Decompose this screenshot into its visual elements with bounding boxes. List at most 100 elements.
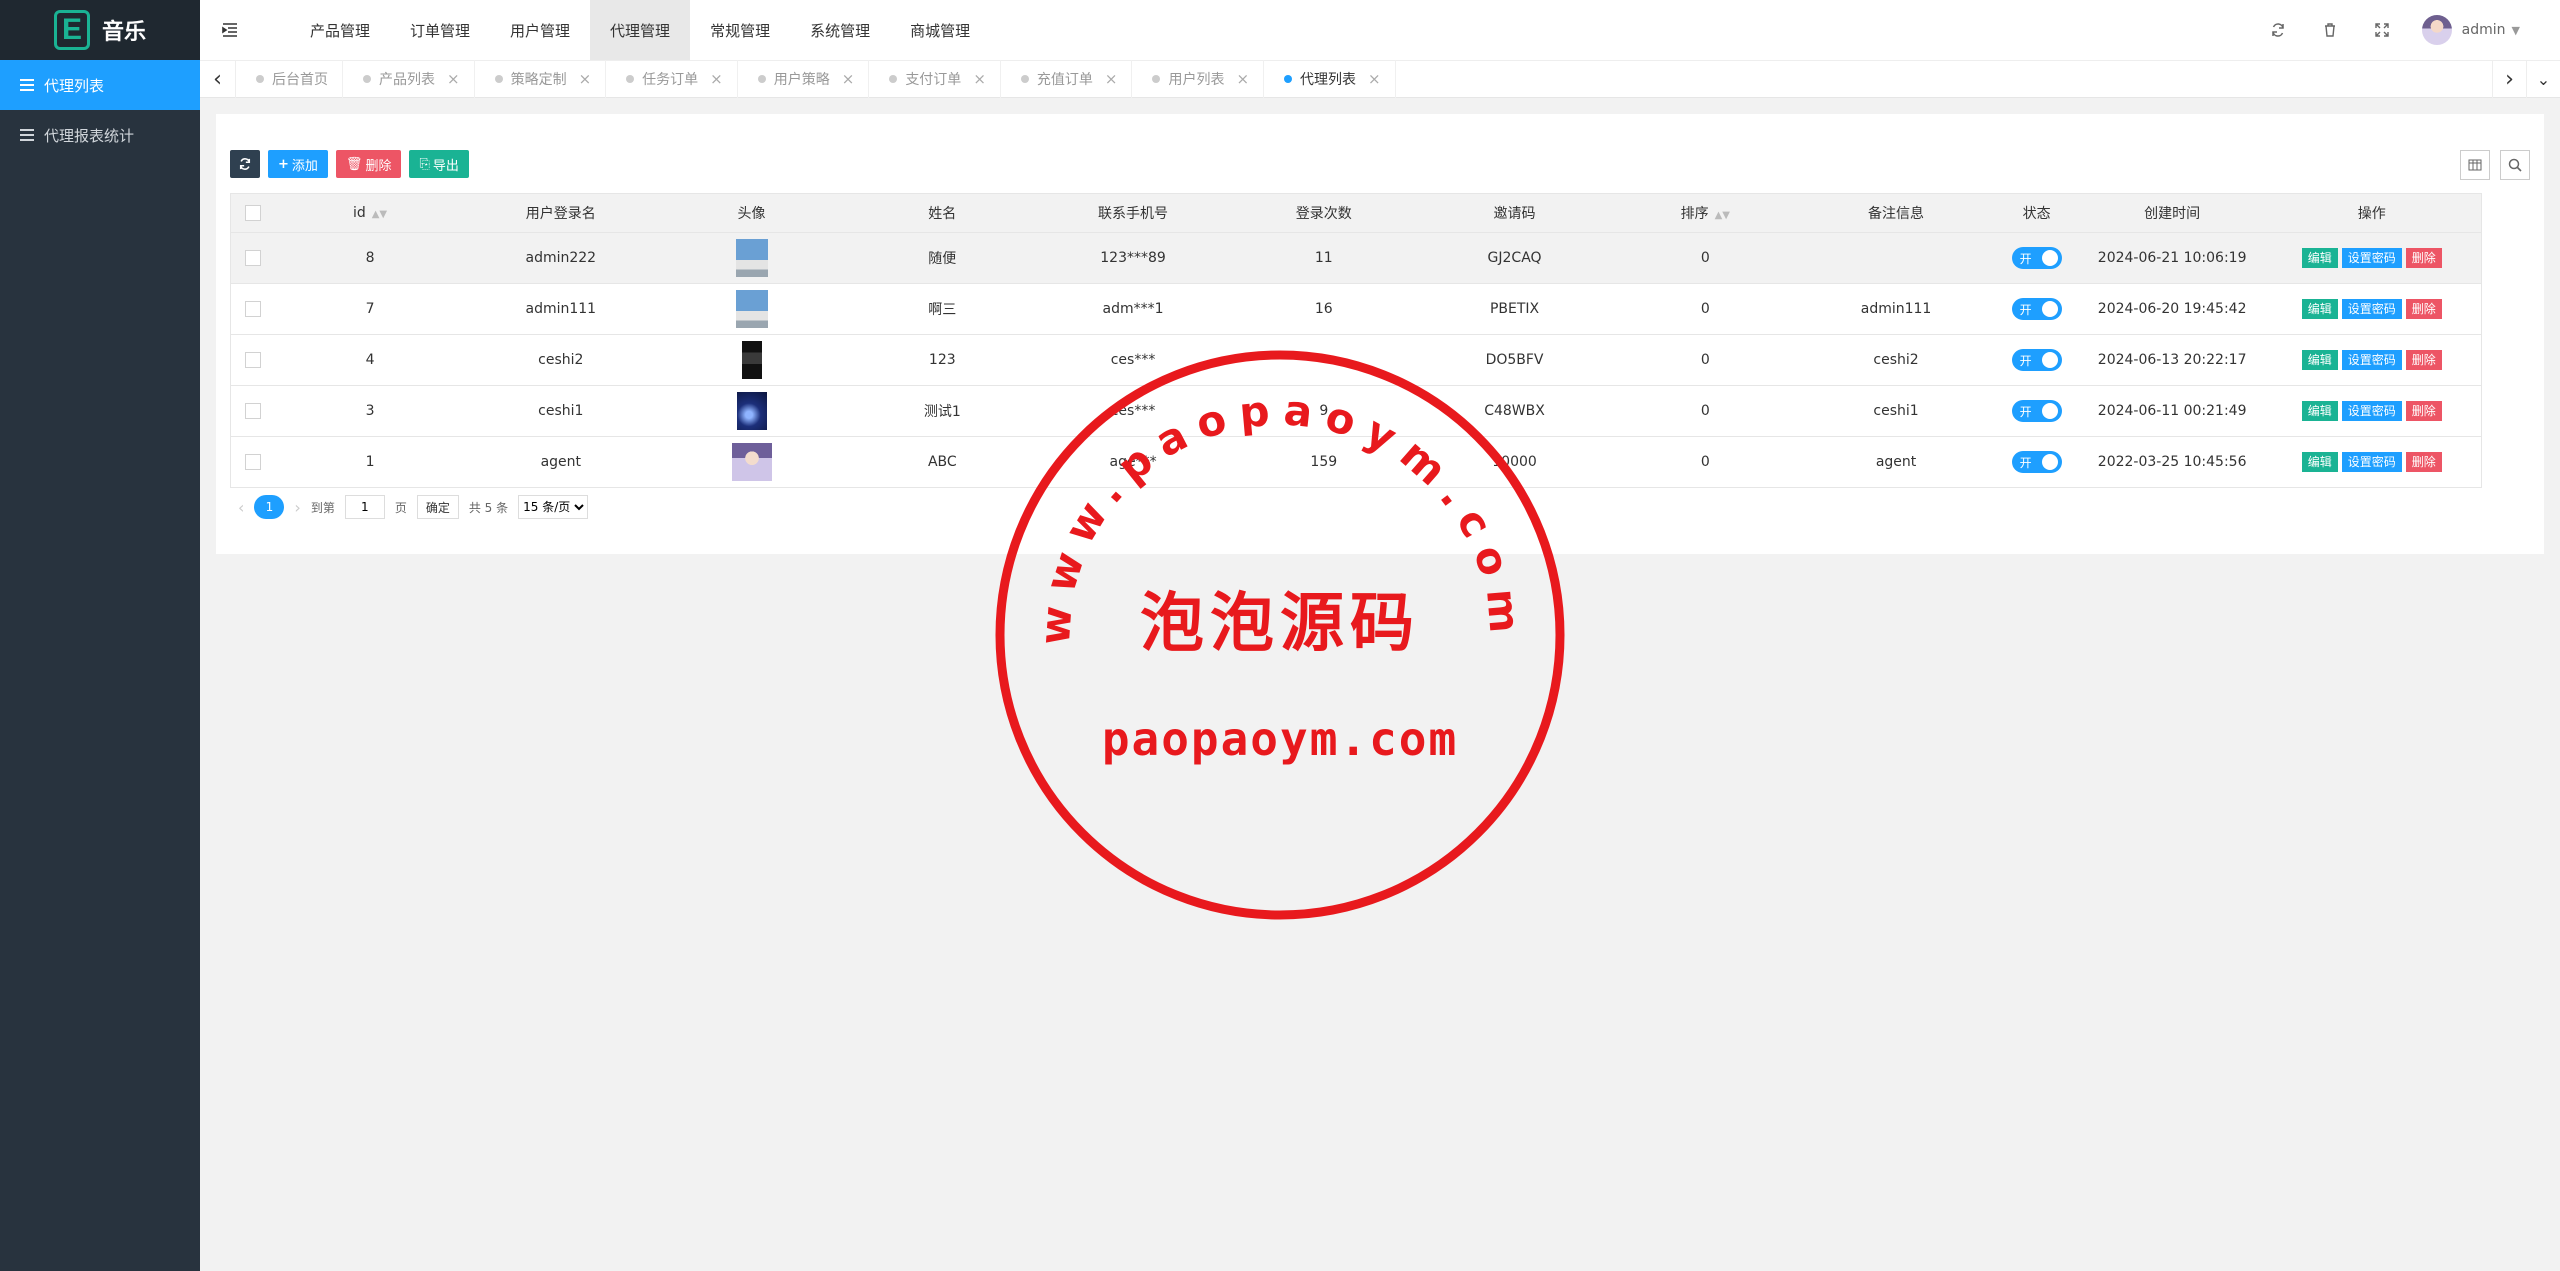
tab-product-list[interactable]: 产品列表 × bbox=[343, 60, 475, 98]
row-delete-button[interactable]: 删除 bbox=[2405, 452, 2442, 472]
tab-label: 策略定制 bbox=[510, 72, 567, 88]
cell-name: 123 bbox=[846, 334, 1038, 386]
table-row[interactable]: 7 admin111 啊三 adm***1 16 PBETIX 0 admin111 开 2024… bbox=[230, 283, 2482, 335]
tab-user-list[interactable]: 用户列表 × bbox=[1132, 60, 1265, 98]
col-id[interactable]: id ▲▼ bbox=[274, 193, 466, 233]
tab-user-strategy[interactable]: 用户策略 × bbox=[738, 60, 870, 98]
cell-logins bbox=[1228, 334, 1420, 386]
close-icon[interactable]: × bbox=[842, 70, 855, 88]
nav-system[interactable]: 系统管理 bbox=[790, 0, 890, 60]
cell-avatar bbox=[656, 334, 847, 386]
row-checkbox[interactable] bbox=[244, 352, 261, 368]
tab-pay-order[interactable]: 支付订单 × bbox=[869, 60, 1001, 98]
sort-icon[interactable]: ▲▼ bbox=[372, 209, 387, 220]
tab-home[interactable]: 后台首页 bbox=[236, 60, 343, 98]
row-checkbox[interactable] bbox=[244, 250, 261, 266]
nav-user[interactable]: 用户管理 bbox=[490, 0, 590, 60]
table-row[interactable]: 4 ceshi2 123 ces*** DO5BFV 0 ceshi2 开 2024-06-13… bbox=[230, 334, 2482, 386]
prev-page-icon[interactable]: ‹ bbox=[238, 498, 244, 517]
agent-table: id ▲▼ 用户登录名 头像 姓名 联系手机号 登录次数 邀请码 排序 ▲▼ 备注信… bbox=[230, 193, 2482, 488]
close-icon[interactable]: × bbox=[1236, 70, 1249, 88]
delete-button[interactable]: 🗑 删除 bbox=[335, 150, 402, 178]
nav-product[interactable]: 产品管理 bbox=[290, 0, 390, 60]
cell-phone: adm***1 bbox=[1037, 283, 1229, 335]
export-button[interactable]: ⎘ 导出 bbox=[409, 150, 469, 178]
page-size-select[interactable]: 15 条/页 bbox=[518, 495, 589, 519]
row-delete-button[interactable]: 删除 bbox=[2405, 299, 2442, 319]
avatar-thumbnail[interactable] bbox=[731, 443, 772, 481]
avatar-thumbnail[interactable] bbox=[735, 239, 768, 277]
status-toggle[interactable]: 开 bbox=[2011, 451, 2062, 473]
sidebar-item-agent-report[interactable]: 代理报表统计 bbox=[0, 110, 200, 160]
tab-agent-list[interactable]: 代理列表 × bbox=[1264, 60, 1396, 98]
close-icon[interactable]: × bbox=[1368, 70, 1381, 88]
tab-strategy[interactable]: 策略定制 × bbox=[475, 60, 607, 98]
tab-recharge-order[interactable]: 充值订单 × bbox=[1001, 60, 1133, 98]
set-password-button[interactable]: 设置密码 bbox=[2341, 350, 2402, 370]
fullscreen-icon[interactable] bbox=[2356, 0, 2408, 60]
cell-name: 测试1 bbox=[846, 385, 1038, 437]
columns-icon[interactable] bbox=[2460, 150, 2490, 180]
status-toggle[interactable]: 开 bbox=[2011, 400, 2062, 422]
trash-icon[interactable] bbox=[2304, 0, 2356, 60]
tab-task-order[interactable]: 任务订单 × bbox=[606, 60, 738, 98]
row-delete-button[interactable]: 删除 bbox=[2405, 401, 2442, 421]
avatar-thumbnail[interactable] bbox=[735, 290, 768, 328]
goto-page-input[interactable] bbox=[344, 495, 385, 519]
edit-button[interactable]: 编辑 bbox=[2301, 452, 2338, 472]
status-toggle[interactable]: 开 bbox=[2011, 298, 2062, 320]
tab-menu-chevron-down-icon[interactable]: ⌄ bbox=[2526, 60, 2560, 98]
refresh-button[interactable] bbox=[230, 150, 260, 178]
tab-scroll-left-icon[interactable]: ‹ bbox=[200, 60, 236, 98]
search-icon[interactable] bbox=[2500, 150, 2530, 180]
header: 产品管理 订单管理 用户管理 代理管理 常规管理 系统管理 商城管理 admin… bbox=[200, 0, 2560, 60]
status-toggle[interactable]: 开 bbox=[2011, 349, 2062, 371]
close-icon[interactable]: × bbox=[1105, 70, 1118, 88]
delete-label: 删除 bbox=[365, 158, 392, 174]
row-checkbox[interactable] bbox=[244, 301, 261, 317]
row-delete-button[interactable]: 删除 bbox=[2405, 248, 2442, 268]
nav-order[interactable]: 订单管理 bbox=[390, 0, 490, 60]
goto-confirm-button[interactable]: 确定 bbox=[416, 495, 459, 519]
close-icon[interactable]: × bbox=[973, 70, 986, 88]
nav-mall[interactable]: 商城管理 bbox=[890, 0, 990, 60]
status-toggle[interactable]: 开 bbox=[2011, 247, 2062, 269]
row-delete-button[interactable]: 删除 bbox=[2405, 350, 2442, 370]
next-page-icon[interactable]: › bbox=[294, 498, 300, 517]
cell-username: admin111 bbox=[465, 283, 657, 335]
close-icon[interactable]: × bbox=[579, 70, 592, 88]
table-row[interactable]: 3 ceshi1 测试1 ces*** 9 C48WBX 0 ceshi1 开 2024-06-1… bbox=[230, 385, 2482, 437]
set-password-button[interactable]: 设置密码 bbox=[2341, 401, 2402, 421]
edit-button[interactable]: 编辑 bbox=[2301, 248, 2338, 268]
nav-agent[interactable]: 代理管理 bbox=[590, 0, 691, 60]
set-password-button[interactable]: 设置密码 bbox=[2341, 452, 2402, 472]
row-checkbox[interactable] bbox=[244, 403, 261, 419]
avatar-thumbnail[interactable] bbox=[741, 341, 762, 379]
watermark-cn: 泡泡源码 bbox=[1140, 586, 1420, 661]
sidebar-item-agent-list[interactable]: 代理列表 bbox=[0, 60, 200, 110]
avatar-thumbnail[interactable] bbox=[736, 392, 767, 430]
table-row[interactable]: 1 agent ABC age*** 159 10000 0 agent 开 2022-03-25… bbox=[230, 436, 2482, 488]
sort-icon[interactable]: ▲▼ bbox=[1715, 210, 1730, 221]
menu-fold-icon[interactable] bbox=[200, 0, 260, 60]
user-menu[interactable]: admin ▼ bbox=[2408, 0, 2560, 60]
nav-general[interactable]: 常规管理 bbox=[690, 0, 790, 60]
table-row[interactable]: 8 admin222 随便 123***89 11 GJ2CAQ 0 开 2024-06-21 … bbox=[230, 232, 2482, 284]
select-all-checkbox[interactable] bbox=[244, 205, 261, 221]
row-checkbox[interactable] bbox=[244, 454, 261, 470]
refresh-icon[interactable] bbox=[2252, 0, 2304, 60]
edit-button[interactable]: 编辑 bbox=[2301, 350, 2338, 370]
set-password-button[interactable]: 设置密码 bbox=[2341, 299, 2402, 319]
close-icon[interactable]: × bbox=[447, 70, 460, 88]
current-page[interactable]: 1 bbox=[254, 495, 285, 519]
edit-button[interactable]: 编辑 bbox=[2301, 401, 2338, 421]
edit-button[interactable]: 编辑 bbox=[2301, 299, 2338, 319]
tab-dot bbox=[494, 75, 503, 83]
close-icon[interactable]: × bbox=[710, 70, 723, 88]
tab-scroll-right-icon[interactable]: › bbox=[2492, 60, 2526, 98]
logo[interactable]: E 音乐 bbox=[0, 0, 200, 60]
add-button[interactable]: + 添加 bbox=[268, 150, 328, 178]
col-sort[interactable]: 排序 ▲▼ bbox=[1609, 193, 1801, 233]
set-password-button[interactable]: 设置密码 bbox=[2341, 248, 2402, 268]
cell-logins: 9 bbox=[1228, 385, 1420, 437]
